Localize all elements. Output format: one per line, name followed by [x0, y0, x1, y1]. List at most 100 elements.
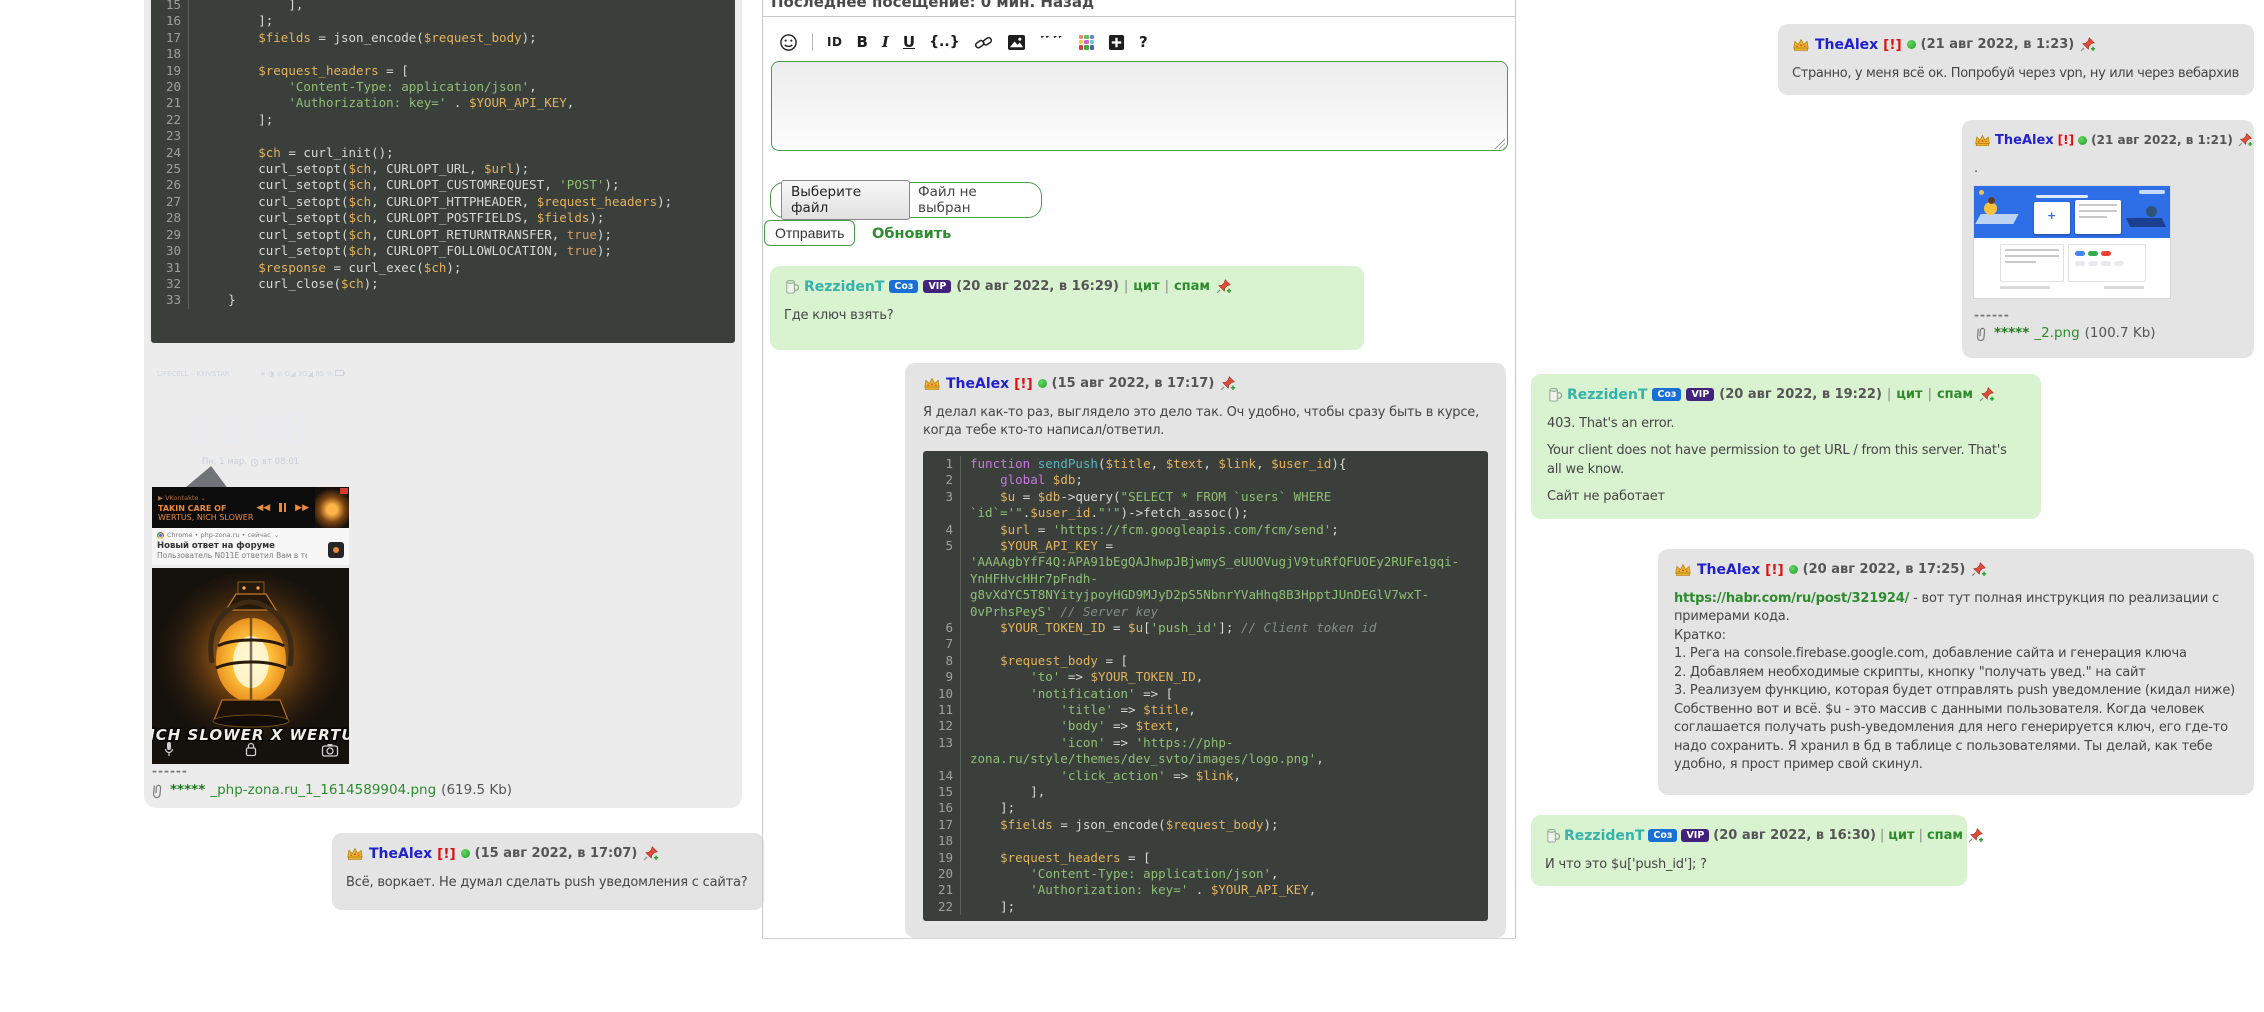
quote-link[interactable]: цит	[1133, 279, 1159, 294]
line-number: 19	[923, 850, 961, 866]
code-line: 33 }	[151, 292, 735, 308]
code-line: 22 ];	[923, 899, 1488, 915]
reply-textarea[interactable]	[771, 61, 1508, 151]
code-text: curl_setopt($ch, CURLOPT_HTTPHEADER, $re…	[198, 194, 735, 210]
prev-track-icon: ◀◀	[256, 503, 270, 513]
username-thealex[interactable]: TheAlex	[1995, 133, 2054, 148]
message-time: (20 авг 2022, в 17:25)	[1803, 562, 1966, 577]
attached-phone-screenshot-lantern[interactable]: NICH SLOWER X WERTUS	[152, 568, 349, 764]
code-line: 31 $response = curl_exec($ch);	[151, 260, 735, 276]
code-text: $u = $db->query("SELECT * FROM `users` W…	[970, 489, 1488, 522]
online-dot	[1907, 40, 1916, 49]
phone-alarm-time: вт 08:01	[262, 457, 299, 467]
code-line: 19 $request_headers = [	[923, 850, 1488, 866]
plus-icon[interactable]	[1108, 34, 1125, 51]
attached-firebase-screenshot[interactable]	[1974, 186, 2170, 298]
code-line: 19 $request_headers = [	[151, 63, 735, 79]
underline-button[interactable]: U	[903, 35, 915, 50]
pin-icon[interactable]	[1219, 375, 1236, 392]
file-upload-field: Выберите файл Файл не выбран	[770, 182, 1042, 218]
code-text: ];	[970, 800, 1488, 816]
habr-link[interactable]: https://habr.com/ru/post/321924/	[1674, 591, 1909, 606]
pin-icon[interactable]	[642, 845, 659, 862]
username-thealex[interactable]: TheAlex	[1697, 562, 1760, 578]
attachment-filename[interactable]: _php-zona.ru_1_1614589904.png	[210, 782, 436, 798]
chevron-down-icon: ⌄	[274, 531, 279, 539]
music-player-notification: ▶ VKontakte ⌄ TAKIN CARE OF WERTUS, NICH…	[152, 487, 349, 528]
smiley-icon[interactable]	[779, 33, 798, 52]
camera-icon	[321, 743, 339, 757]
image-icon[interactable]	[1007, 34, 1026, 51]
spam-link[interactable]: спам	[1937, 387, 1973, 402]
phone-status-bar: LIFECELL – KYIVSTAR ∗ ◑ ⊘ G◢ 3G◢ 85 %	[152, 365, 349, 383]
code-line: 25 curl_setopt($ch, CURLOPT_URL, $url);	[151, 161, 735, 177]
code-text: 'Content-Type: application/json',	[198, 79, 735, 95]
battery-icon	[335, 370, 344, 376]
attached-phone-screenshot-lockscreen[interactable]: LIFECELL – KYIVSTAR ∗ ◑ ⊘ G◢ 3G◢ 85 % 11…	[152, 365, 349, 565]
notification-title: Новый ответ на форуме	[157, 541, 307, 551]
choose-file-button[interactable]: Выберите файл	[781, 180, 910, 220]
pin-icon[interactable]	[1978, 386, 1995, 403]
code-line: 18	[151, 46, 735, 62]
username-thealex[interactable]: TheAlex	[946, 376, 1009, 392]
php-code-block-middle: 1function sendPush($title, $text, $link,…	[923, 451, 1488, 921]
spam-link[interactable]: спам	[1174, 279, 1210, 294]
italic-button[interactable]: I	[882, 35, 889, 50]
attachment-filename[interactable]: _2.png	[2034, 325, 2079, 341]
message-text-body: - вот тут полная инструкция по реализаци…	[1674, 591, 2235, 772]
badge-vip: VIP	[1681, 829, 1709, 843]
palette-icon[interactable]	[1079, 35, 1094, 50]
pin-icon[interactable]	[2079, 36, 2096, 53]
code-text: 'title' => $title,	[970, 702, 1488, 718]
code-line: 16 ];	[151, 13, 735, 29]
attachment-filesize: (100.7 Kb)	[2085, 325, 2156, 341]
attachment-stars: *****	[170, 782, 205, 798]
warning-flag: [!]	[1883, 37, 1902, 53]
spam-link[interactable]: спам	[1927, 828, 1963, 843]
code-line: 6 $YOUR_TOKEN_ID = $u['push_id']; // Cli…	[923, 620, 1488, 636]
line-number: 10	[923, 686, 961, 702]
submit-button[interactable]: Отправить	[764, 220, 855, 246]
link-icon[interactable]	[974, 33, 993, 52]
php-code-block-left: 15 ],16 ];17 $fields = json_encode($requ…	[151, 0, 735, 343]
chrome-push-notification: Chrome • php-zona.ru • сейчас ⌄ Новый от…	[152, 528, 349, 565]
pin-icon[interactable]	[1970, 561, 1987, 578]
separator: |	[1880, 828, 1884, 843]
message-bubble: TheAlex [!] (21 авг 2022, в 1:21) . ----…	[1962, 120, 2254, 358]
username-thealex[interactable]: TheAlex	[1815, 37, 1878, 53]
line-number: 9	[923, 669, 961, 685]
attachment-link-row: *****_php-zona.ru_1_1614589904.png (619.…	[150, 782, 512, 798]
help-button[interactable]: ?	[1139, 35, 1148, 50]
line-number: 17	[151, 30, 189, 46]
code-text: }	[198, 292, 735, 308]
username-rezzident[interactable]: RezzidenT	[1564, 828, 1644, 844]
code-line: 21 'Authorization: key=' . $YOUR_API_KEY…	[151, 95, 735, 111]
code-line: 9 'to' => $YOUR_TOKEN_ID,	[923, 669, 1488, 685]
quote-link[interactable]: цит	[1888, 828, 1914, 843]
bold-button[interactable]: B	[856, 35, 867, 50]
code-line: 5 $YOUR_API_KEY = 'AAAAgbYfF4Q:APA91bEgQ…	[923, 538, 1488, 620]
username-rezzident[interactable]: RezzidenT	[804, 279, 884, 295]
paperclip-icon	[1971, 323, 1992, 344]
pin-icon[interactable]	[2237, 132, 2253, 148]
code-text: 'icon' => 'https://php-zona.ru/style/the…	[970, 735, 1488, 768]
line-number: 18	[923, 833, 961, 849]
code-braces-button[interactable]: {..}	[929, 35, 960, 49]
id-button[interactable]: ID	[827, 36, 842, 48]
line-number: 13	[923, 735, 961, 768]
username-thealex[interactable]: TheAlex	[369, 846, 432, 862]
crown-icon	[923, 376, 941, 391]
separator: |	[1919, 828, 1923, 843]
line-number: 16	[923, 800, 961, 816]
pin-icon[interactable]	[1967, 827, 1984, 844]
pin-icon[interactable]	[1215, 278, 1232, 295]
quote-link[interactable]: цит	[1896, 387, 1922, 402]
separator: |	[1165, 279, 1169, 294]
code-line: 22 ];	[151, 112, 735, 128]
username-rezzident[interactable]: RezzidenT	[1567, 387, 1647, 403]
album-art-thumbnail	[315, 487, 349, 528]
quote-icon[interactable]: ””	[1040, 36, 1065, 48]
online-dot	[2078, 136, 2087, 145]
line-number: 7	[923, 636, 961, 652]
refresh-link[interactable]: Обновить	[872, 226, 951, 242]
